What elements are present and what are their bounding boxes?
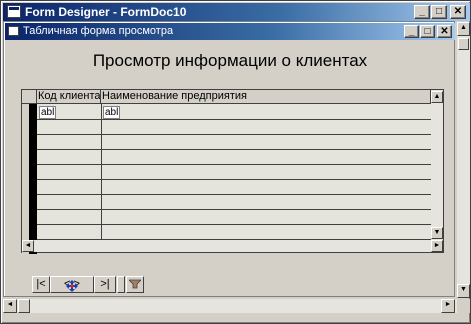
- form-maximize-button[interactable]: □: [420, 25, 435, 38]
- form-minimize-button[interactable]: _: [404, 25, 419, 38]
- row-divider: [37, 119, 443, 120]
- row-divider: [37, 149, 443, 150]
- grid-scroll-down-button[interactable]: ▼: [431, 227, 443, 239]
- form-heading: Просмотр информации о клиентах: [92, 51, 368, 70]
- current-row-marker: [29, 104, 37, 254]
- outer-scroll-down-button[interactable]: ▼: [457, 284, 470, 298]
- row-divider: [37, 209, 443, 210]
- grid-corner: [22, 90, 37, 104]
- size-grip[interactable]: [457, 299, 470, 313]
- grid-scroll-up-button[interactable]: ▲: [431, 91, 443, 103]
- row-divider: [37, 179, 443, 180]
- outer-titlebar[interactable]: Form Designer - FormDoc10 _ □ ✕: [3, 3, 470, 21]
- outer-maximize-button[interactable]: □: [431, 5, 447, 19]
- move-cursor-icon: [66, 279, 78, 292]
- nav-last-button[interactable]: >|: [94, 276, 116, 293]
- nav-first-button[interactable]: |<: [32, 276, 50, 293]
- outer-minimize-button[interactable]: _: [414, 5, 430, 19]
- column-header-company-name[interactable]: Наименование предприятия: [101, 90, 431, 104]
- cell-client-code[interactable]: abl: [39, 106, 57, 119]
- data-grid[interactable]: Код клиента Наименование предприятия ▲ a…: [21, 89, 444, 254]
- form-window: Табличная форма просмотра _ □ ✕ Просмотр…: [3, 21, 455, 297]
- outer-hscroll-thumb[interactable]: [18, 299, 30, 313]
- outer-scroll-left-button[interactable]: ◄: [3, 299, 17, 313]
- outer-vertical-scrollbar[interactable]: [457, 22, 470, 298]
- form-icon: [8, 26, 19, 36]
- grid-vertical-scrollbar[interactable]: [431, 104, 443, 240]
- outer-scroll-right-button[interactable]: ►: [441, 299, 455, 313]
- filter-button[interactable]: [126, 276, 144, 293]
- grid-scroll-right-button[interactable]: ►: [431, 240, 443, 252]
- grid-scroll-left-button[interactable]: ◄: [22, 240, 34, 252]
- form-window-title: Табличная форма просмотра: [23, 25, 174, 37]
- grid-horizontal-scrollbar[interactable]: [22, 240, 443, 252]
- outer-close-button[interactable]: ✕: [450, 5, 466, 19]
- outer-horizontal-scrollbar[interactable]: [3, 299, 457, 313]
- row-divider: [37, 194, 443, 195]
- nav-splitter[interactable]: [117, 276, 125, 293]
- column-divider: [101, 104, 102, 252]
- outer-scroll-up-button[interactable]: ▲: [457, 22, 470, 36]
- outer-window-title: Form Designer - FormDoc10: [25, 5, 187, 19]
- row-divider: [37, 224, 443, 225]
- row-divider: [37, 164, 443, 165]
- row-divider: [37, 134, 443, 135]
- column-header-client-code[interactable]: Код клиента: [37, 90, 101, 104]
- app-icon: [7, 5, 21, 18]
- filter-icon: [128, 279, 142, 290]
- form-close-button[interactable]: ✕: [437, 25, 452, 38]
- form-titlebar[interactable]: Табличная форма просмотра _ □ ✕: [5, 23, 455, 40]
- cell-company-name[interactable]: abl: [103, 106, 121, 119]
- outer-scroll-thumb[interactable]: [458, 38, 469, 50]
